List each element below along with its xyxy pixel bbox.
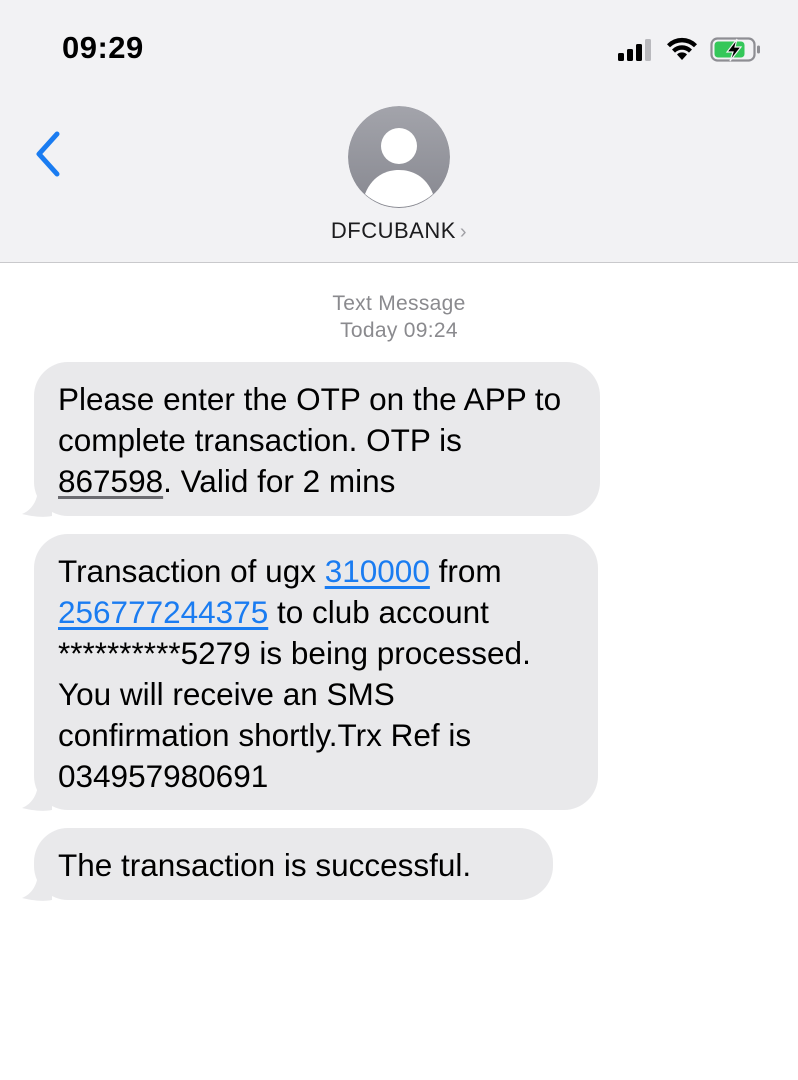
amount-link[interactable]: 310000 [325,553,430,589]
conversation-header: 09:29 DFCUBANK › [0,0,798,263]
otp-code[interactable]: 867598 [58,463,163,499]
message-bubble-success[interactable]: The transaction is successful. [34,828,553,900]
contact-name: DFCUBANK [330,218,456,243]
message-text: Transaction of ugx [58,553,325,589]
signal-icon [618,39,651,61]
bubble-tail [22,872,52,901]
message-bubble-otp[interactable]: Please enter the OTP on the APP to compl… [34,362,600,516]
bubble-tail [22,488,52,517]
chevron-right-icon: › [459,221,468,243]
status-time: 09:29 [62,30,144,65]
back-chevron-icon[interactable] [28,128,68,180]
thread-meta: Text Message Today 09:24 [0,290,798,344]
message-timestamp: Today 09:24 [340,319,458,342]
battery-charging-icon [710,37,760,62]
contact-avatar[interactable] [348,106,450,208]
phone-number-link[interactable]: 256777244375 [58,594,268,630]
person-avatar-icon [348,106,450,208]
message-bubble-transaction[interactable]: Transaction of ugx 310000 from 256777244… [34,534,598,810]
wifi-icon [667,37,697,60]
message-text: Please enter the OTP on the APP to compl… [58,381,562,458]
bubble-tail [22,782,52,811]
message-text: The transaction is successful. [58,847,472,883]
message-type-label: Text Message [332,292,466,315]
contact-name-button[interactable]: DFCUBANK › [0,218,798,244]
message-text: from [429,553,502,589]
message-text: . Valid for 2 mins [163,463,396,499]
